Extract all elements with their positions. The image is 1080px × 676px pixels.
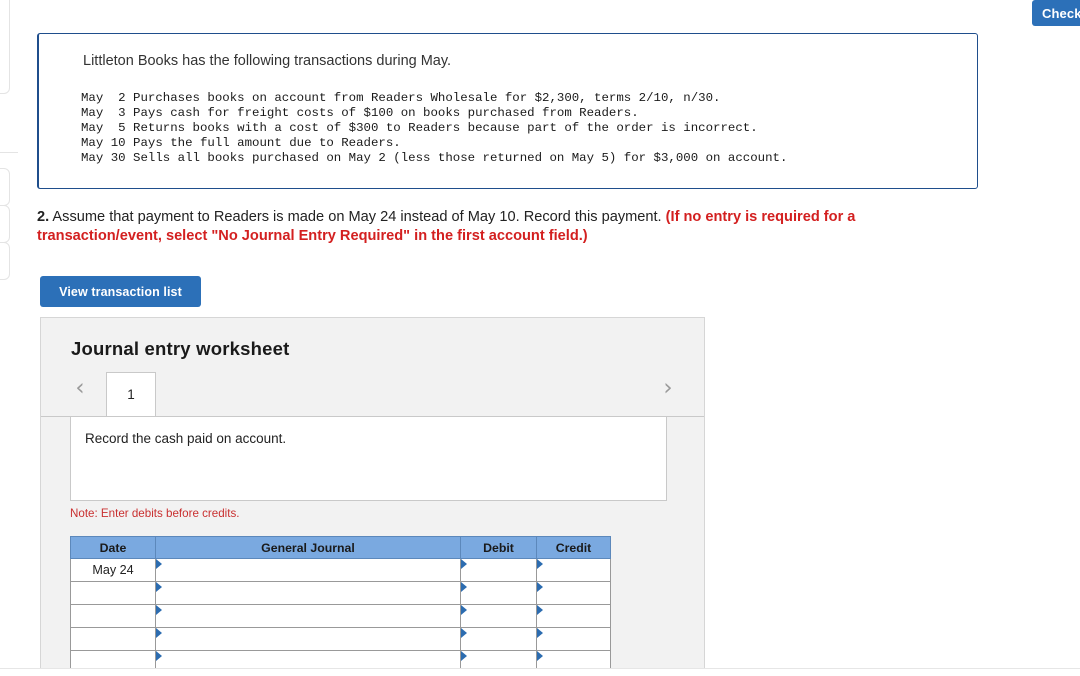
edge-card-list-c <box>0 242 10 280</box>
table-row <box>70 650 611 668</box>
cell-credit[interactable] <box>536 604 611 628</box>
journal-entry-worksheet-panel: Journal entry worksheet ‹ › 1 Record the… <box>40 317 705 669</box>
cell-credit[interactable] <box>536 581 611 605</box>
dropdown-marker-icon <box>156 605 162 615</box>
view-transaction-list-button[interactable]: View transaction list <box>40 276 201 307</box>
edge-divider <box>0 152 18 153</box>
dropdown-marker-icon <box>461 605 467 615</box>
cell-credit[interactable] <box>536 627 611 651</box>
dropdown-marker-icon <box>537 605 543 615</box>
transaction-list-text: May 2 Purchases books on account from Re… <box>81 91 788 165</box>
dropdown-marker-icon <box>156 628 162 638</box>
cell-general-journal[interactable] <box>155 650 461 668</box>
dropdown-marker-icon <box>461 651 467 661</box>
cell-debit[interactable] <box>460 627 537 651</box>
table-row: May 24 <box>70 558 611 582</box>
column-header-general-journal: General Journal <box>155 536 461 559</box>
table-header-row: Date General Journal Debit Credit <box>70 536 611 559</box>
dropdown-marker-icon <box>537 628 543 638</box>
cell-date[interactable]: May 24 <box>70 558 156 582</box>
dropdown-marker-icon <box>537 651 543 661</box>
dropdown-marker-icon <box>156 651 162 661</box>
table-row <box>70 627 611 651</box>
question-block: 2. Assume that payment to Readers is mad… <box>37 208 937 246</box>
column-header-debit: Debit <box>460 536 537 559</box>
edge-card-top-b <box>0 0 10 94</box>
cell-general-journal[interactable] <box>155 558 461 582</box>
cell-date[interactable] <box>70 627 156 651</box>
table-row <box>70 604 611 628</box>
chevron-right-icon[interactable]: › <box>657 376 679 402</box>
page-root: Check Littleton Books has the following … <box>0 0 1080 676</box>
transaction-intro-text: Littleton Books has the following transa… <box>83 53 452 69</box>
cell-general-journal[interactable] <box>155 604 461 628</box>
dropdown-marker-icon <box>461 582 467 592</box>
bottom-divider <box>0 668 1080 669</box>
dropdown-marker-icon <box>461 628 467 638</box>
cell-date[interactable] <box>70 581 156 605</box>
cell-debit[interactable] <box>460 558 537 582</box>
entry-description-text: Record the cash paid on account. <box>85 431 287 446</box>
transaction-callout-box: Littleton Books has the following transa… <box>37 33 978 189</box>
cell-credit[interactable] <box>536 558 611 582</box>
question-number: 2. <box>37 209 50 225</box>
chevron-left-icon[interactable]: ‹ <box>69 376 91 402</box>
cell-debit[interactable] <box>460 604 537 628</box>
column-header-date: Date <box>70 536 156 559</box>
edge-card-list-a <box>0 168 10 206</box>
table-row <box>70 581 611 605</box>
column-header-credit: Credit <box>536 536 611 559</box>
question-body: Assume that payment to Readers is made o… <box>49 209 666 225</box>
check-button[interactable]: Check <box>1032 0 1080 26</box>
dropdown-marker-icon <box>537 559 543 569</box>
debits-before-credits-note: Note: Enter debits before credits. <box>70 507 240 520</box>
cell-general-journal[interactable] <box>155 581 461 605</box>
dropdown-marker-icon <box>156 559 162 569</box>
entry-description-box: Record the cash paid on account. <box>70 416 667 501</box>
cell-date[interactable] <box>70 650 156 668</box>
cell-debit[interactable] <box>460 650 537 668</box>
cell-debit[interactable] <box>460 581 537 605</box>
cell-credit[interactable] <box>536 650 611 668</box>
cell-date[interactable] <box>70 604 156 628</box>
journal-entry-table: Date General Journal Debit Credit May 24 <box>70 536 611 668</box>
worksheet-title: Journal entry worksheet <box>71 338 290 359</box>
dropdown-marker-icon <box>461 559 467 569</box>
dropdown-marker-icon <box>537 582 543 592</box>
tab-worksheet-1[interactable]: 1 <box>106 372 156 417</box>
dropdown-marker-icon <box>156 582 162 592</box>
edge-card-list-b <box>0 205 10 243</box>
cell-general-journal[interactable] <box>155 627 461 651</box>
